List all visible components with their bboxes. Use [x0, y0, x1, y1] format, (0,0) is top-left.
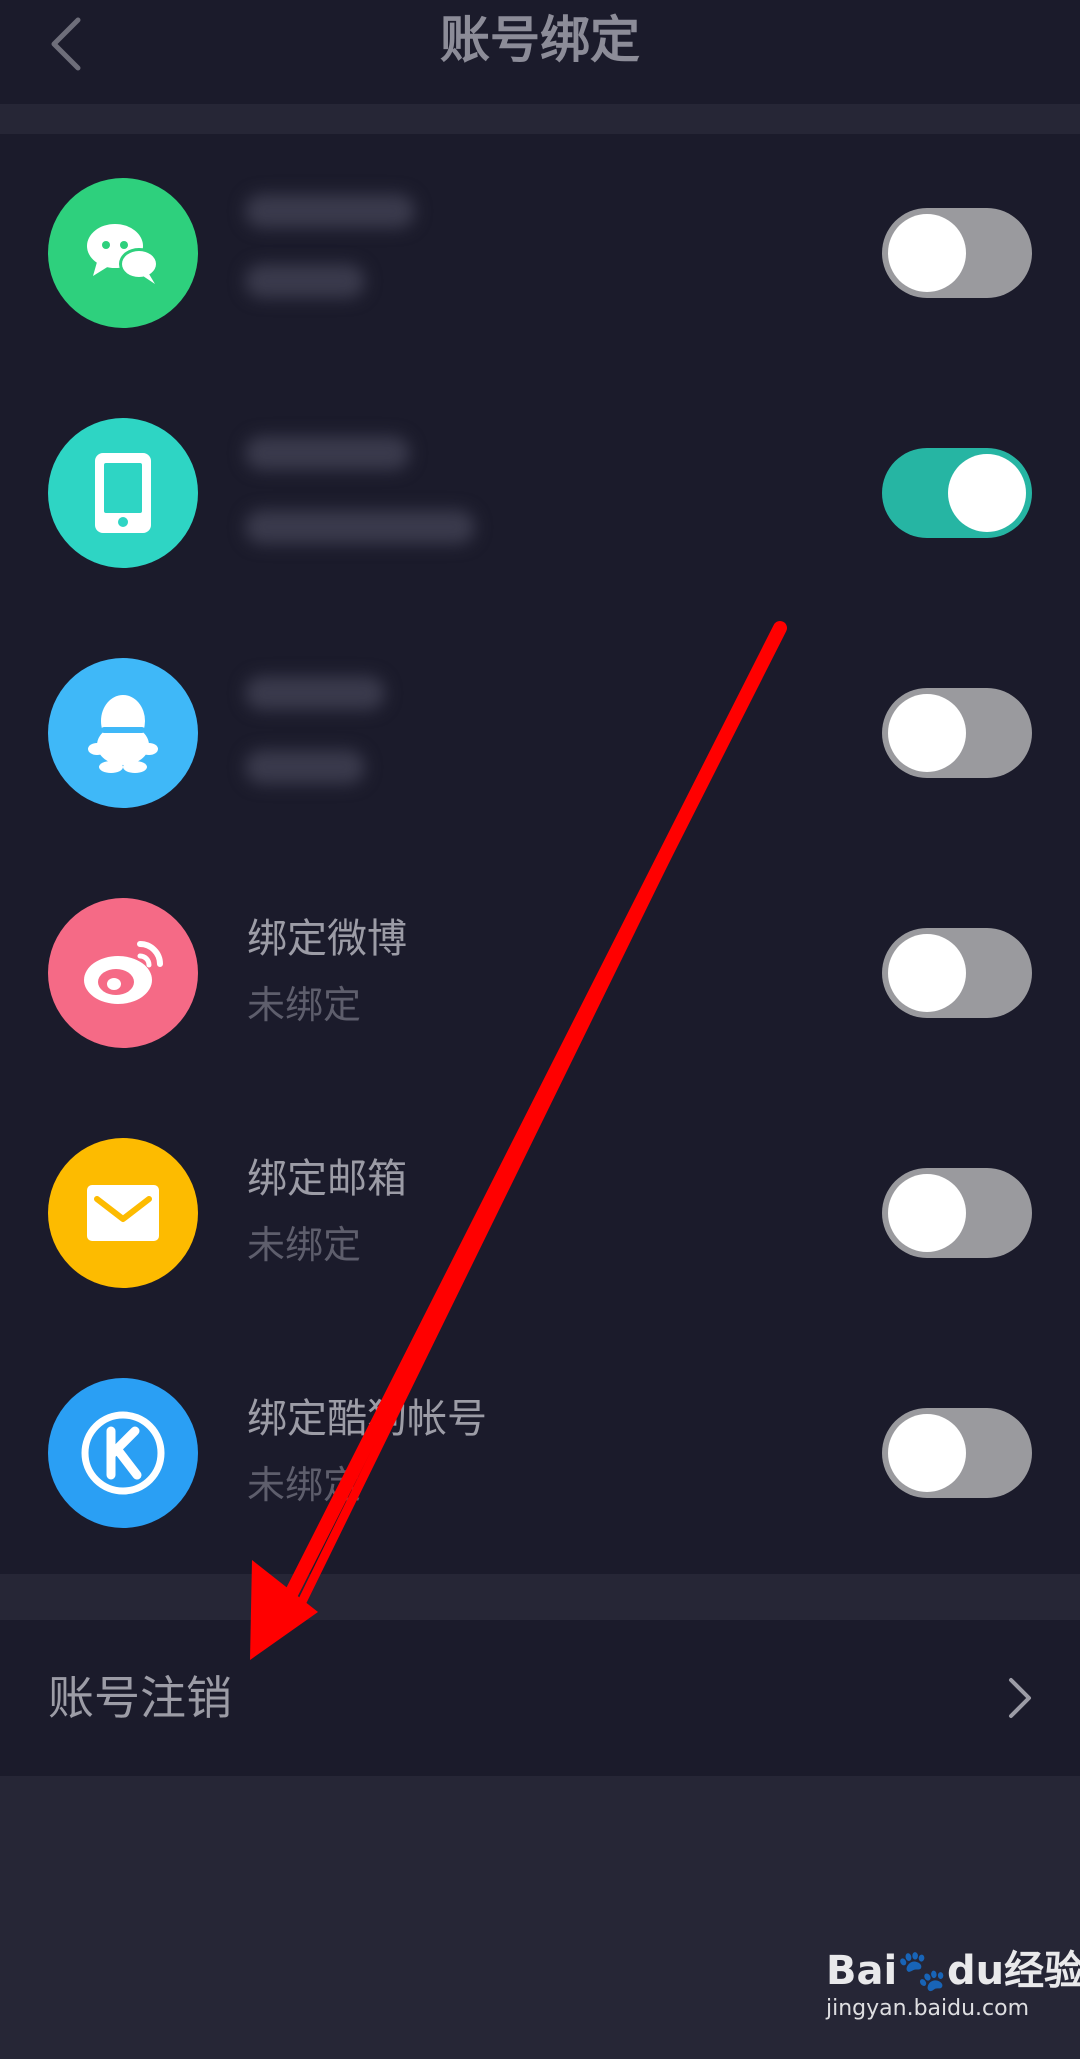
account-status: 未绑定 [247, 983, 362, 1027]
redacted-account-name [245, 676, 385, 710]
toggle-knob [948, 454, 1026, 532]
divider [0, 1574, 1080, 1620]
redacted-account-name [245, 194, 415, 228]
toggle-knob [888, 214, 966, 292]
paw-icon: 🐾 [897, 1948, 948, 1994]
redacted-account-name [245, 436, 410, 470]
list-item-wechat [0, 134, 1080, 374]
list-item-kugou: 绑定酷狗帐号 未绑定 [0, 1334, 1080, 1574]
watermark-logo: Bai🐾du经验 [826, 1938, 1080, 1996]
watermark-brand-c: 经验 [1004, 1948, 1080, 1994]
bind-toggle-kugou[interactable] [882, 1408, 1032, 1498]
watermark-url: jingyan.baidu.com [826, 1996, 1030, 2021]
toggle-knob [888, 1414, 966, 1492]
watermark-brand-b: du [947, 1948, 1005, 1994]
divider [0, 104, 1080, 134]
account-status: 未绑定 [247, 1463, 362, 1507]
weibo-icon [48, 898, 198, 1048]
account-list: 绑定微博 未绑定 绑定邮箱 未绑定 绑定酷狗帐号 未绑定 [0, 134, 1080, 1574]
phone-icon [48, 418, 198, 568]
qq-icon [48, 658, 198, 808]
account-cancellation-item[interactable]: 账号注销 [0, 1620, 1080, 1776]
top-bar: 账号绑定 [0, 0, 1080, 104]
toggle-knob [888, 694, 966, 772]
page-title: 账号绑定 [440, 11, 640, 69]
redacted-account-status [245, 264, 365, 298]
redacted-account-status [245, 750, 365, 784]
account-title: 绑定酷狗帐号 [247, 1396, 487, 1442]
list-item-weibo: 绑定微博 未绑定 [0, 854, 1080, 1094]
bind-toggle-weibo[interactable] [882, 928, 1032, 1018]
baidu-jingyan-watermark: Bai🐾du经验 jingyan.baidu.com [826, 1938, 1080, 2038]
kugou-icon [48, 1378, 198, 1528]
account-cancellation-label: 账号注销 [48, 1671, 232, 1725]
bind-toggle-phone[interactable] [882, 448, 1032, 538]
bind-toggle-wechat[interactable] [882, 208, 1032, 298]
list-item-qq [0, 614, 1080, 854]
list-item-mail: 绑定邮箱 未绑定 [0, 1094, 1080, 1334]
watermark-brand-a: Bai [826, 1948, 898, 1994]
account-status: 未绑定 [247, 1223, 362, 1267]
wechat-icon [48, 178, 198, 328]
list-item-phone [0, 374, 1080, 614]
account-title: 绑定微博 [247, 916, 407, 962]
toggle-knob [888, 1174, 966, 1252]
account-binding-screen: 账号绑定 绑定微博 未绑定 绑定邮箱 未绑定 绑定酷狗帐号 未绑定 账号注销 B… [0, 0, 1080, 2059]
account-title: 绑定邮箱 [247, 1156, 407, 1202]
redacted-account-status [245, 510, 475, 544]
chevron-right-icon [1009, 1678, 1031, 1718]
bind-toggle-mail[interactable] [882, 1168, 1032, 1258]
mail-icon [48, 1138, 198, 1288]
toggle-knob [888, 934, 966, 1012]
bind-toggle-qq[interactable] [882, 688, 1032, 778]
